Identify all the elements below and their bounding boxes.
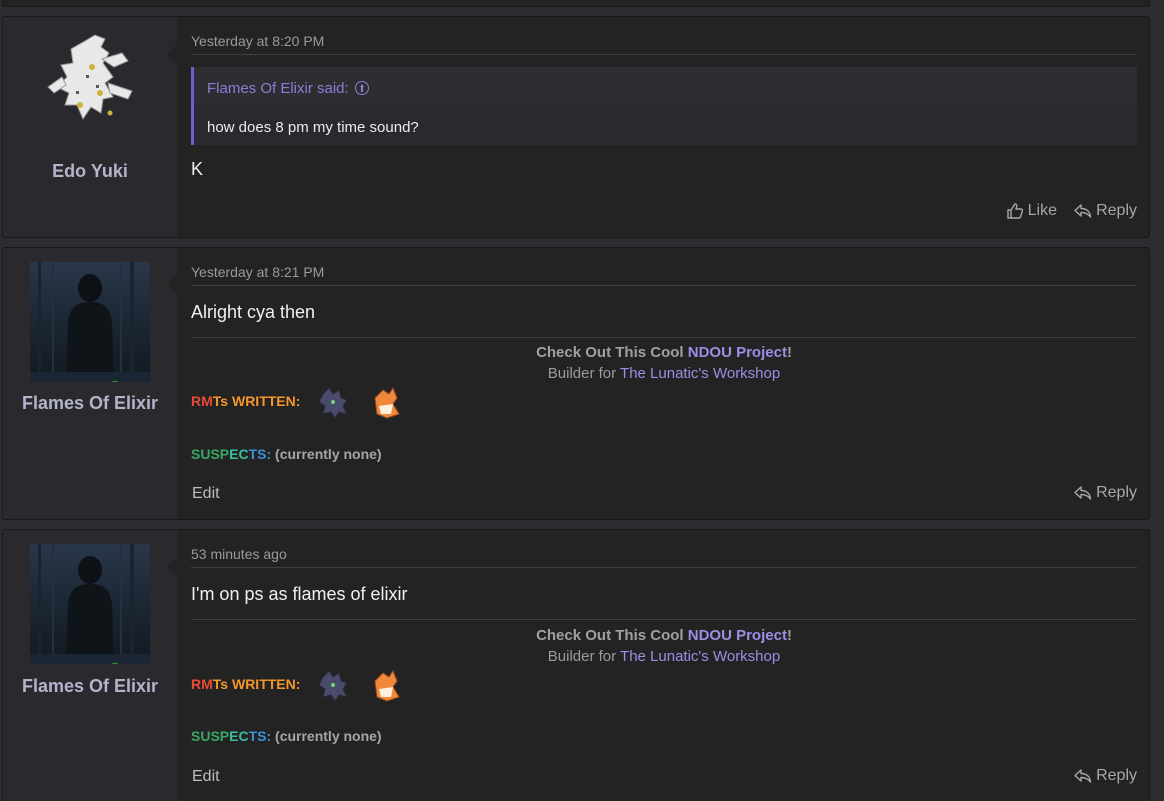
lunatics-workshop-link[interactable]: The Lunatic's Workshop [620,648,780,665]
signature-text: Builder for [547,648,617,665]
rmts-text: WRITTEN: [231,676,301,692]
suspects-label: SUSPECTS: (currently none) [191,446,382,462]
quote-attribution[interactable]: Flames Of Elixir said: [207,80,369,97]
rmts-written-label: RMTs WRITTEN: [191,676,300,692]
signature-line-1: Check Out This Cool NDOU Project! [191,344,1137,361]
reply-arrow-icon [1074,486,1092,500]
signature-text: Builder for [547,365,617,382]
signature-text: ! [786,627,792,644]
post-main: Yesterday at 8:20 PM Flames Of Elixir sa… [191,17,1137,237]
reply-arrow-icon [1074,769,1092,783]
suspects-text: SUSP [191,446,230,462]
rmts-text: Ts [212,676,229,692]
post-user-column: Edo Yuki [3,17,178,237]
reply-arrow-icon [1074,204,1092,218]
previous-post-bottom [2,0,1150,7]
signature-text: Check Out This Cool [536,344,684,361]
lunatics-workshop-link[interactable]: The Lunatic's Workshop [620,365,780,382]
post-date[interactable]: 53 minutes ago [191,546,287,562]
quote-attribution-text: Flames Of Elixir said: [207,80,349,97]
quote-header: Flames Of Elixir said: [194,67,1137,105]
rmt-sprites [318,384,419,425]
post-message: I'm on ps as flames of elixir [191,584,408,604]
post-user-column: Flames Of Elixir [3,530,178,801]
like-button[interactable]: Like [1006,202,1057,220]
post-main: Yesterday at 8:21 PM Alright cya then Ch… [191,248,1137,519]
pokemon-sprite-icons [318,669,400,702]
rmts-written-label: RMTs WRITTEN: [191,393,300,409]
hooded-figure-avatar [30,262,150,382]
reply-label: Reply [1096,484,1137,501]
post: Flames Of Elixir 53 minutes ago I'm on p… [2,529,1150,801]
suspects-text: EC [229,446,249,462]
suspects-text: EC [229,728,249,744]
suspects-text: TS: [248,446,272,462]
reply-button[interactable]: Reply [1074,767,1137,785]
signature-text: ! [786,344,792,361]
arceus-sprite-avatar [47,34,133,121]
signature-divider [191,337,1137,338]
signature-line-2: Builder for The Lunatic's Workshop [191,365,1137,382]
rmts-text: RM [191,393,213,409]
signature-line-1: Check Out This Cool NDOU Project! [191,627,1137,644]
post-date[interactable]: Yesterday at 8:20 PM [191,33,324,49]
suspects-text: SUSP [191,728,230,744]
username[interactable]: Flames Of Elixir [3,676,177,697]
post-message: K [191,159,204,179]
ndou-project-link[interactable]: NDOU Project [688,344,787,361]
suspects-value: (currently none) [275,728,382,744]
post-user-column: Flames Of Elixir [3,248,178,519]
thumbs-up-icon [1006,203,1023,219]
rmt-sprites [318,667,419,708]
rmts-text: Ts [212,393,229,409]
post-main: 53 minutes ago I'm on ps as flames of el… [191,530,1137,801]
signature-divider [191,619,1137,620]
rmts-text: RM [191,676,213,692]
avatar[interactable] [40,31,140,141]
suspects-value: (currently none) [275,446,382,462]
signature-line-2: Builder for The Lunatic's Workshop [191,648,1137,665]
suspects-label: SUSPECTS: (currently none) [191,728,382,744]
suspects-text: TS: [248,728,272,744]
divider [191,285,1137,286]
avatar[interactable] [30,544,150,664]
post: Flames Of Elixir Yesterday at 8:21 PM Al… [2,247,1150,520]
reply-label: Reply [1096,767,1137,784]
ndou-project-link[interactable]: NDOU Project [688,627,787,644]
quote-block: Flames Of Elixir said: how does 8 pm my … [191,67,1137,145]
post-message: Alright cya then [191,302,316,322]
edit-button[interactable]: Edit [192,768,220,786]
post: Edo Yuki Yesterday at 8:20 PM Flames Of … [2,16,1150,238]
username[interactable]: Flames Of Elixir [3,393,177,414]
signature-text: Check Out This Cool [536,627,684,644]
reply-button[interactable]: Reply [1074,484,1137,502]
reply-button[interactable]: Reply [1074,202,1137,220]
post-date[interactable]: Yesterday at 8:21 PM [191,264,324,280]
like-label: Like [1027,202,1057,219]
username[interactable]: Edo Yuki [3,161,177,182]
arrow-up-circle-icon[interactable] [354,81,369,95]
divider [191,54,1137,55]
hooded-figure-avatar [30,544,150,664]
rmts-text: WRITTEN: [231,393,301,409]
reply-label: Reply [1096,202,1137,219]
pokemon-sprite-icons [318,386,400,419]
divider [191,567,1137,568]
avatar[interactable] [30,262,150,382]
quote-text: how does 8 pm my time sound? [207,119,419,136]
edit-button[interactable]: Edit [192,485,220,503]
